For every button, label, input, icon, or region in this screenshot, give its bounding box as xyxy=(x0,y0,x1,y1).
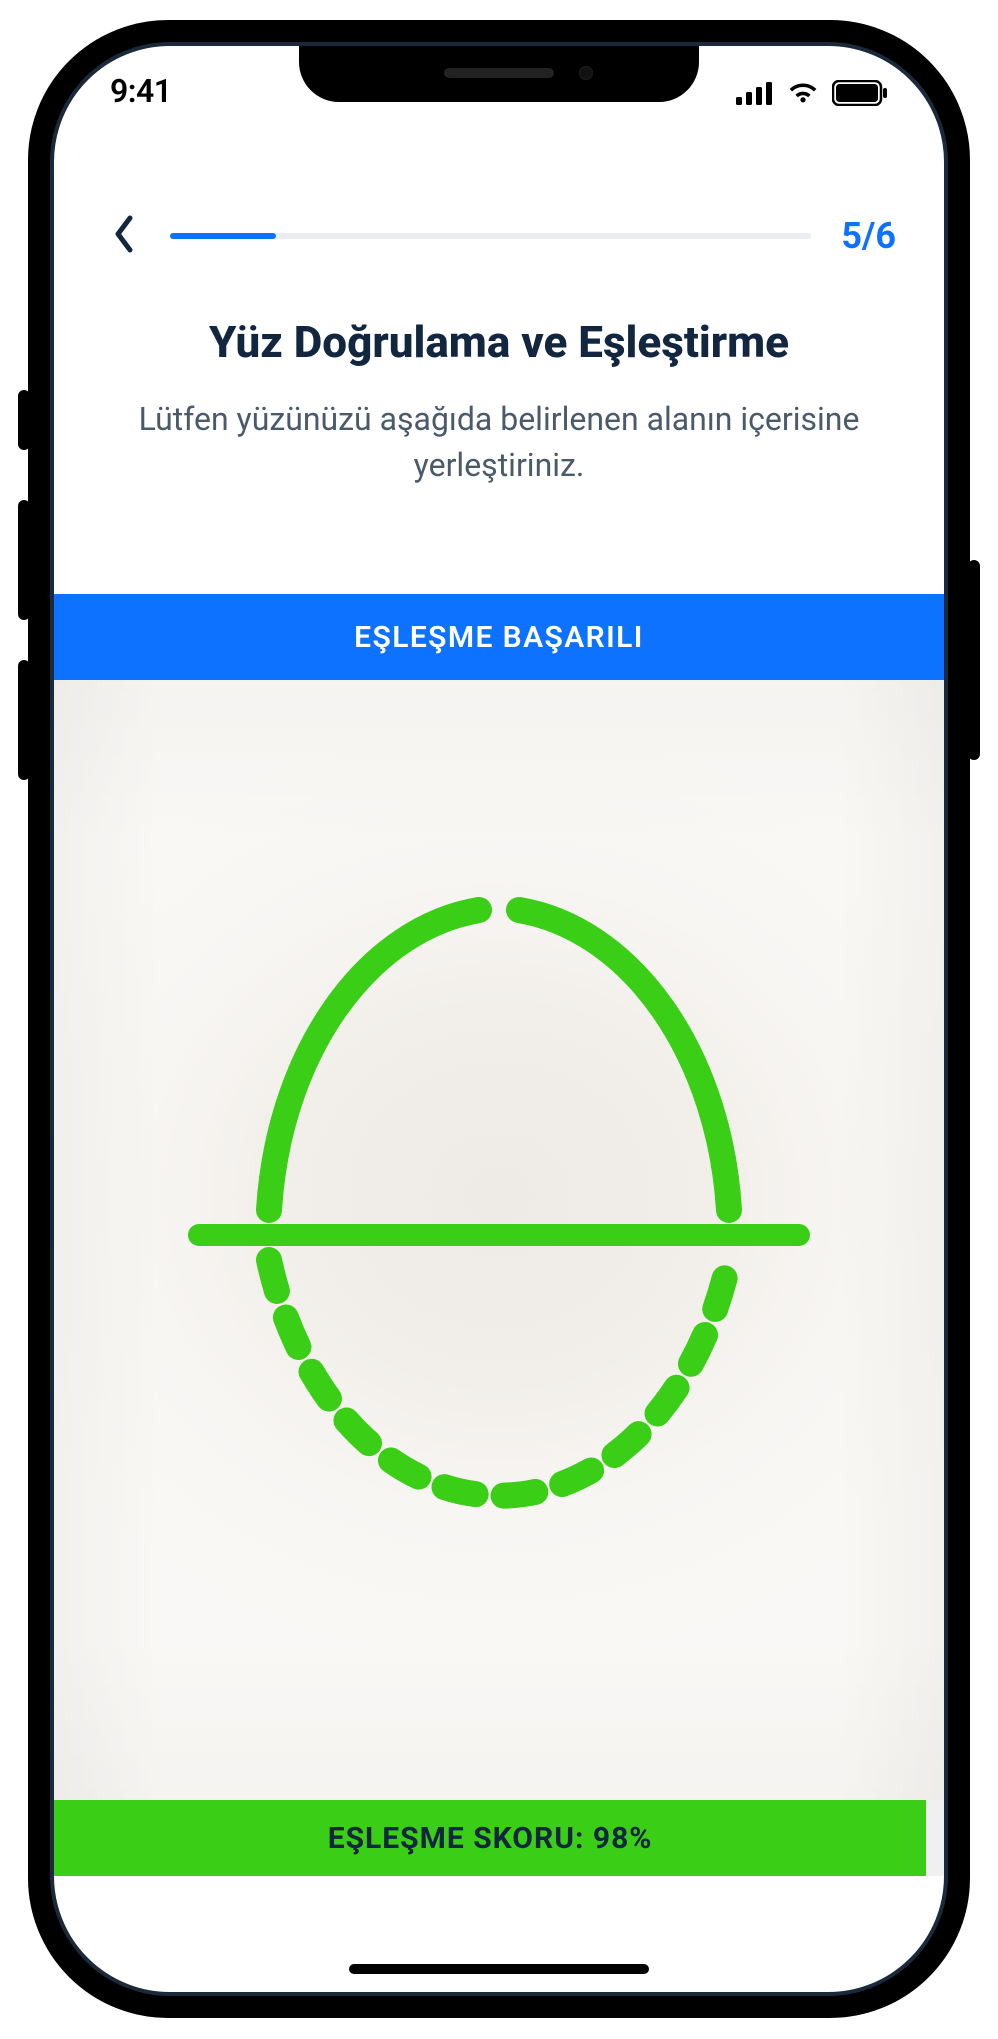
speaker-grille xyxy=(444,68,554,78)
camera-preview[interactable] xyxy=(54,680,944,1800)
wifi-icon xyxy=(786,81,820,105)
page-subtitle: Lütfen yüzünüzü aşağıda belirlenen alanı… xyxy=(114,396,884,489)
phone-screen: 9:41 xyxy=(50,42,948,1996)
banner-label: EŞLEŞME BAŞARILI xyxy=(354,620,644,655)
status-time: 9:41 xyxy=(110,72,172,110)
progress-fill xyxy=(170,233,276,239)
face-scan-overlay xyxy=(54,680,944,1800)
chevron-left-icon xyxy=(112,214,136,258)
title-block: Yüz Doğrulama ve Eşleştirme Lütfen yüzün… xyxy=(54,316,944,489)
progress-bar xyxy=(170,233,811,239)
match-score-label: EŞLEŞME SKORU: 98% xyxy=(328,1821,653,1856)
step-counter: 5/6 xyxy=(841,215,896,257)
match-score-bar: EŞLEŞME SKORU: 98% xyxy=(54,1800,944,1876)
cellular-icon xyxy=(736,81,774,105)
battery-icon xyxy=(832,80,888,106)
phone-notch xyxy=(299,46,699,102)
front-camera xyxy=(579,66,593,80)
match-success-banner: EŞLEŞME BAŞARILI xyxy=(54,594,944,680)
home-indicator[interactable] xyxy=(349,1964,649,1974)
phone-frame: 9:41 xyxy=(28,20,970,2018)
status-indicators xyxy=(736,80,888,106)
page-title: Yüz Doğrulama ve Eşleştirme xyxy=(114,316,884,368)
header-row: 5/6 xyxy=(54,206,944,266)
back-button[interactable] xyxy=(102,214,146,258)
match-score-fill: EŞLEŞME SKORU: 98% xyxy=(54,1800,926,1876)
